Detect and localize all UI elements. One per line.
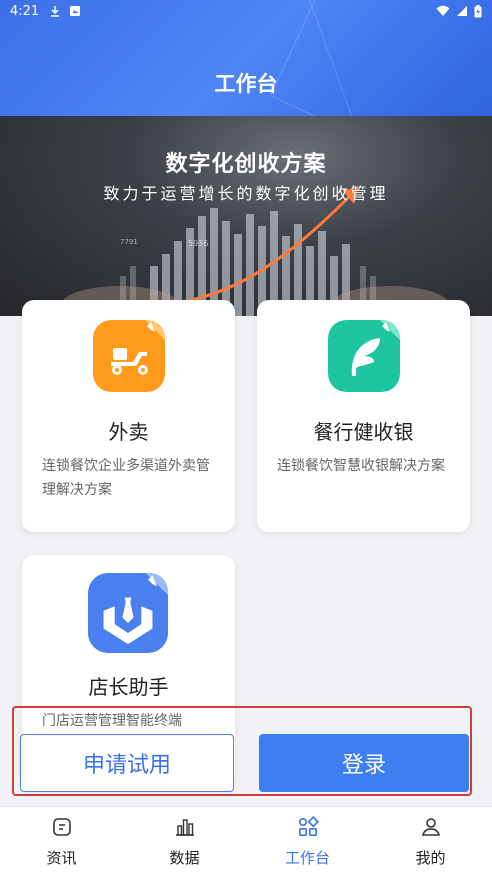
banner-subtitle: 致力于运营增长的数字化创收管理 <box>103 184 389 203</box>
card-title: 店长助手 <box>88 675 169 699</box>
notification-icon <box>70 6 81 16</box>
card-description: 连锁餐饮智慧收银解决方案 <box>277 458 445 474</box>
manager-tie-icon <box>88 573 168 653</box>
banner-title: 数字化创收方案 <box>165 152 327 177</box>
battery-icon <box>474 4 482 17</box>
card-delivery[interactable]: 外卖 连锁餐饮企业多渠道外卖管理解决方案 <box>22 300 235 532</box>
svg-text:5936: 5936 <box>188 239 208 248</box>
svg-text:7791: 7791 <box>120 238 138 246</box>
data-chart-icon <box>175 819 194 836</box>
page-title: 工作台 <box>214 72 278 96</box>
tab-news[interactable]: 资讯 <box>0 807 123 874</box>
tab-data[interactable]: 数据 <box>123 807 246 874</box>
cashier-leaf-icon <box>328 320 400 392</box>
download-icon <box>51 6 60 17</box>
tab-label: 资讯 <box>46 849 77 867</box>
status-bar: 4:21 <box>0 0 492 22</box>
tab-label: 我的 <box>415 849 446 867</box>
tab-label: 数据 <box>169 849 200 867</box>
apply-trial-button[interactable]: 申请试用 <box>20 734 234 792</box>
login-button[interactable]: 登录 <box>259 734 469 792</box>
tab-workbench[interactable]: 工作台 <box>246 807 369 874</box>
promo-banner[interactable]: 7791 5936 数字化创收方案 致力于运营增长的数字化创收管理 <box>0 116 492 316</box>
bottom-tab-bar: 资讯 数据 工作台 我的 <box>0 806 492 874</box>
delivery-scooter-icon <box>93 320 165 392</box>
tab-label: 工作台 <box>284 849 330 867</box>
signal-icon <box>457 6 467 16</box>
card-title: 餐行健收银 <box>313 420 414 444</box>
profile-icon <box>421 818 440 836</box>
app-header: 4:21 工作台 <box>0 0 492 116</box>
news-icon <box>52 818 71 836</box>
card-description: 连锁餐饮企业多渠道外卖管理解决方案 <box>42 458 210 498</box>
wifi-icon <box>436 5 450 16</box>
workbench-icon <box>298 816 319 837</box>
card-cashier[interactable]: 餐行健收银 连锁餐饮智慧收银解决方案 <box>257 300 470 532</box>
tab-profile[interactable]: 我的 <box>369 807 492 874</box>
card-title: 外卖 <box>108 420 149 444</box>
status-time: 4:21 <box>10 3 40 19</box>
